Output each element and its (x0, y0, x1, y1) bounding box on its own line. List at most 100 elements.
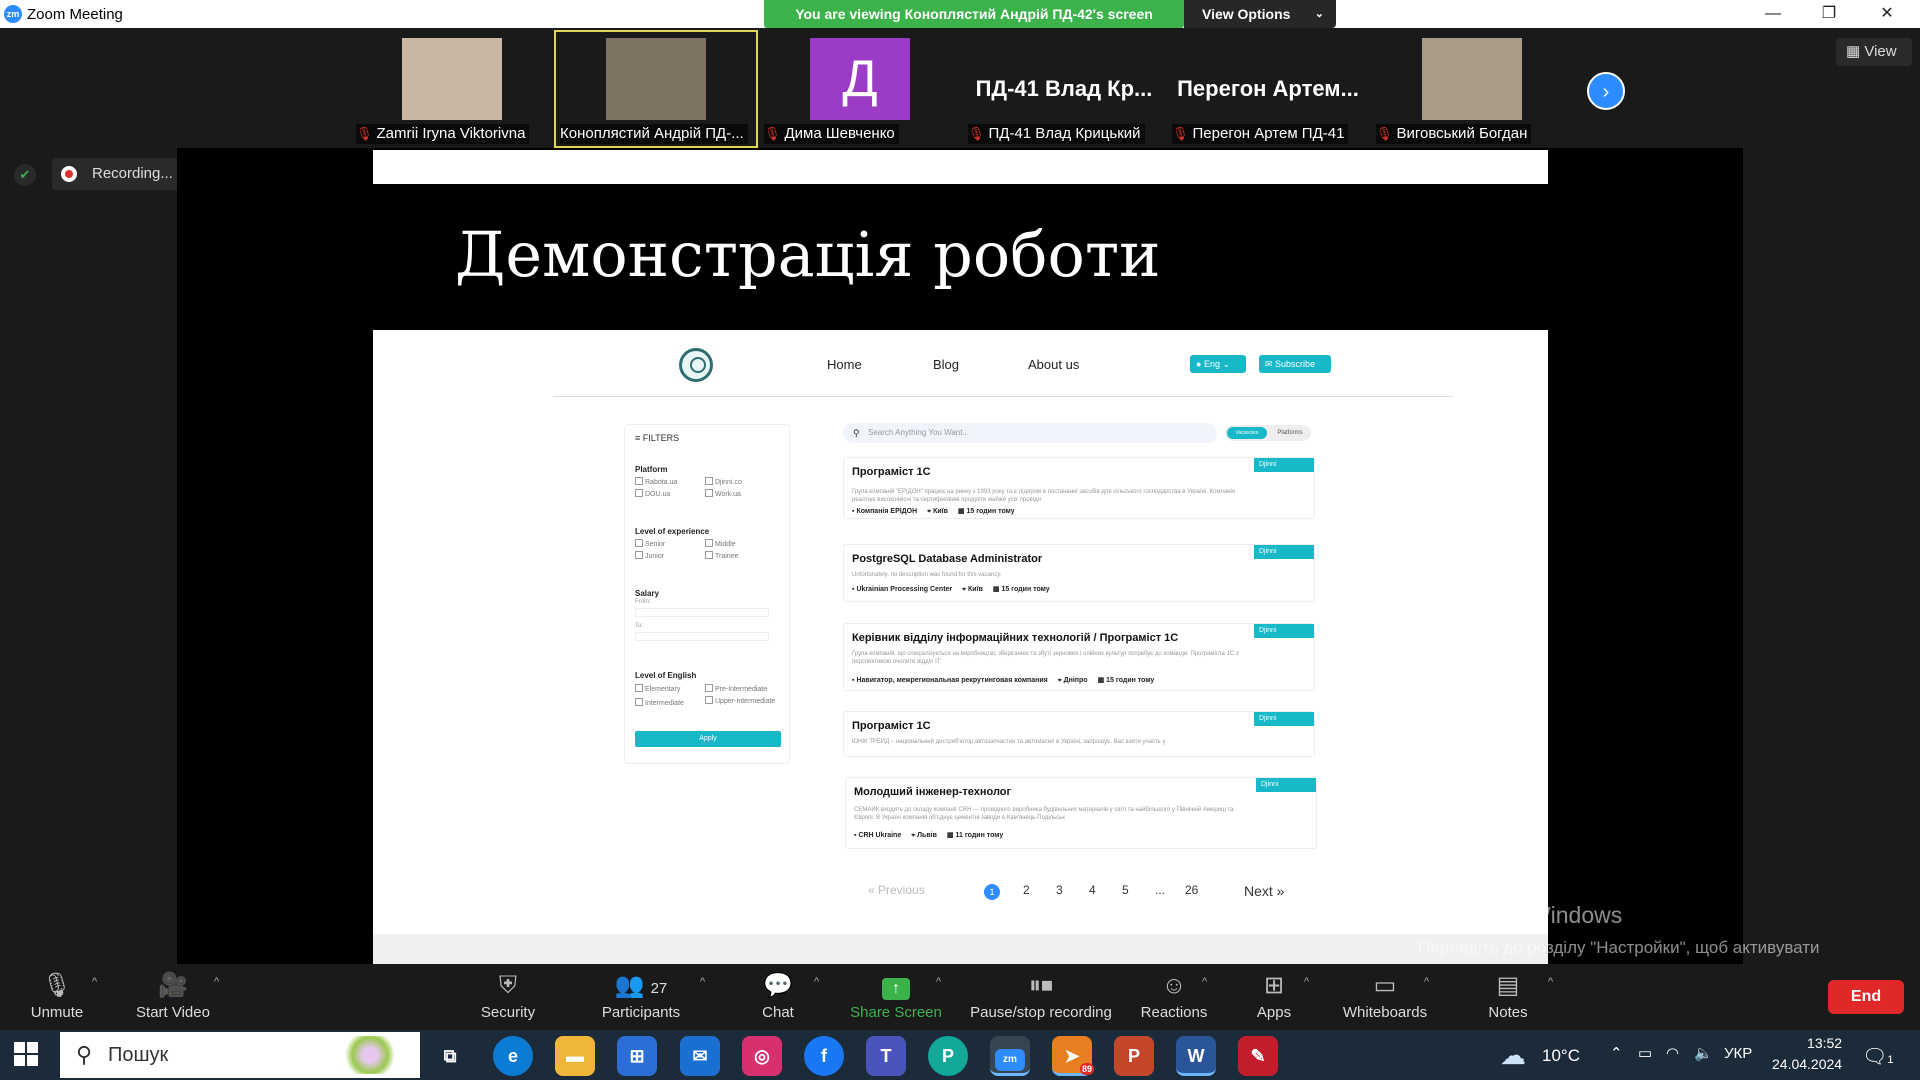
teams-icon[interactable]: T (866, 1036, 906, 1076)
share-caret-icon[interactable]: ^ (936, 976, 941, 988)
job-meta: ▪ Компанія ЕРІДОН ⌖ Київ ▦ 15 годин тому (852, 508, 1015, 515)
keyboard-language[interactable]: УКР (1724, 1045, 1752, 1062)
apps-caret-icon[interactable]: ^ (1304, 976, 1309, 988)
participant-tile[interactable]: Конoплястий Андрій ПД-... (554, 30, 758, 148)
whiteboard-icon: ▭ (1373, 972, 1397, 999)
participants-button[interactable]: 👥 27 Participants (596, 964, 686, 1030)
website-screenshot: Home Blog About us ● Eng ⌄ ✉ Subscribe ≡… (373, 330, 1548, 964)
search-placeholder: Search Anything You Want... (868, 428, 970, 437)
subscribe-button: ✉ Subscribe (1259, 355, 1331, 373)
start-video-button[interactable]: 🎥 Start Video (130, 964, 216, 1030)
participant-video (402, 38, 502, 120)
participant-name-label: 🎙 Zamrii Iryna Viktorivna (356, 124, 530, 144)
file-explorer-icon[interactable]: ▬ (555, 1036, 595, 1076)
task-view-icon[interactable]: ⧉ (430, 1036, 470, 1076)
close-button[interactable]: ✕ (1864, 0, 1910, 28)
zoom-taskbar-icon[interactable]: zm (990, 1036, 1030, 1076)
filters-panel: ≡ FILTERS Platform Rabota.ua Djinni.co D… (624, 424, 790, 764)
shield-icon: ⛨ (499, 972, 517, 999)
viewing-screen-banner: You are viewing Конoплястий Андрій ПД-42… (764, 0, 1184, 28)
whiteboards-button[interactable]: ▭ Whiteboards (1340, 964, 1430, 1030)
participant-tile[interactable]: 🎙 Виговський Богдан (1372, 32, 1572, 146)
job-meta: ▪ CRH Ukraine ⌖ Львів ▦ 11 годин тому (854, 832, 1004, 839)
search-highlight-image (340, 1036, 400, 1074)
windows-start-icon[interactable] (14, 1042, 38, 1066)
security-button[interactable]: ⛨ Security (472, 964, 544, 1030)
job-company: Ukrainian Processing Center (856, 586, 953, 593)
taskbar-clock[interactable]: 13:52 24.04.2024 (1772, 1033, 1842, 1075)
temperature: 10°C (1542, 1046, 1580, 1065)
encryption-shield-icon[interactable]: ✔ (14, 164, 36, 186)
view-options-button[interactable]: View Options ⌄ (1184, 0, 1336, 28)
microphone-muted-icon: 🎙 (41, 972, 73, 999)
volume-icon[interactable]: 🔈 (1694, 1044, 1713, 1062)
whiteboards-caret-icon[interactable]: ^ (1424, 976, 1429, 988)
next-page-arrow-icon[interactable]: › (1587, 72, 1625, 110)
notes-label: Notes (1488, 1004, 1528, 1021)
pause-stop-recording-button[interactable]: ⏸⏹ Pause/stop recording (966, 964, 1116, 1030)
unmute-label: Unmute (30, 1004, 84, 1021)
audio-options-caret-icon[interactable]: ^ (92, 976, 97, 988)
share-screen-button[interactable]: ↑ Share Screen (848, 964, 944, 1030)
job-title: Молодший інженер-технолог (854, 786, 1012, 798)
participants-caret-icon[interactable]: ^ (700, 976, 705, 988)
job-company: Компанія ЕРІДОН (856, 508, 918, 515)
wifi-icon: ◠ (1666, 1045, 1680, 1062)
site-logo-icon (679, 348, 713, 382)
chat-button[interactable]: 💬 Chat (752, 964, 804, 1030)
p-app-icon[interactable]: P (928, 1036, 968, 1076)
pagination-page: 26 (1185, 883, 1199, 897)
apps-button[interactable]: ⊞ Apps (1250, 964, 1298, 1030)
end-meeting-button[interactable]: End (1828, 980, 1904, 1014)
checkbox-dou: DOU.ua (635, 489, 670, 498)
job-city: Київ (933, 508, 948, 515)
taskbar-search-input[interactable]: ⚲ Пошук (60, 1032, 420, 1078)
participant-name-label: Конoплястий Андрій ПД-... (560, 124, 748, 144)
tray-chevron-icon[interactable]: ⌃ (1610, 1044, 1623, 1062)
participant-name: ПД-41 Влад Крицький (988, 125, 1141, 142)
participant-tile[interactable]: 🎙 Zamrii Iryna Viktorivna (352, 32, 552, 146)
job-source-badge: Djinni (1256, 778, 1316, 792)
notification-center-icon[interactable]: 🗨1 (1862, 1044, 1894, 1069)
muted-mic-icon: 🎙 (1172, 126, 1189, 141)
restore-button[interactable]: ❐ (1806, 0, 1852, 28)
powerpoint-icon[interactable]: P (1114, 1036, 1154, 1076)
people-icon: 👥 27 (614, 972, 668, 999)
chat-caret-icon[interactable]: ^ (814, 976, 819, 988)
microsoft-store-icon[interactable]: ⊞ (617, 1036, 657, 1076)
pagination-page: 2 (1023, 883, 1030, 897)
smiley-plus-icon: ☺ (1161, 972, 1187, 999)
pagination-page: 5 (1122, 883, 1129, 897)
checkbox-djinni: Djinni.co (705, 477, 742, 486)
reactions-caret-icon[interactable]: ^ (1202, 976, 1207, 988)
security-label: Security (480, 1004, 536, 1021)
record-dot-icon (61, 166, 77, 182)
whiteboards-label: Whiteboards (1342, 1004, 1428, 1021)
job-description: ЮНІК ТРЕЙД – національний дистриб'ютор а… (852, 739, 1166, 745)
participant-tile[interactable]: Д 🎙 Дима Шевченко (760, 32, 960, 146)
share-screen-label: Share Screen (850, 1004, 942, 1021)
minimize-button[interactable]: — (1750, 0, 1796, 28)
instagram-icon[interactable]: ◎ (742, 1036, 782, 1076)
job-description: Група компаній, що спеціалізується на ви… (852, 651, 1239, 665)
word-icon[interactable]: W (1176, 1036, 1216, 1076)
telegram-icon[interactable]: ➤ 89 (1052, 1036, 1094, 1076)
job-card: Програміст 1С Група компаній "ЕРІДОН" пр… (843, 457, 1315, 519)
participant-tile[interactable]: ПД-41 Влад Кр... 🎙 ПД-41 Влад Крицький (964, 32, 1164, 146)
nav-home: Home (827, 357, 862, 372)
notes-button[interactable]: ▤ Notes (1480, 964, 1536, 1030)
salary-to-input (635, 632, 769, 641)
grid-icon: ▦ (1846, 43, 1865, 60)
participant-tile[interactable]: Перегон Артем... 🎙 Перегон Артем ПД-41 (1168, 32, 1368, 146)
video-options-caret-icon[interactable]: ^ (214, 976, 219, 988)
pagination-ellipsis: ... (1155, 883, 1166, 897)
meeting-toolbar (0, 964, 1920, 1030)
facebook-icon[interactable]: f (804, 1036, 844, 1076)
edge-browser-icon[interactable]: e (493, 1036, 533, 1076)
view-button[interactable]: ▦ View (1836, 38, 1912, 66)
notes-caret-icon[interactable]: ^ (1548, 976, 1553, 988)
pdf-reader-icon[interactable]: ✎ (1238, 1036, 1278, 1076)
mail-icon[interactable]: ✉ (680, 1036, 720, 1076)
reactions-button[interactable]: ☺ Reactions (1138, 964, 1210, 1030)
unmute-button[interactable]: 🎙 Unmute (20, 964, 94, 1030)
